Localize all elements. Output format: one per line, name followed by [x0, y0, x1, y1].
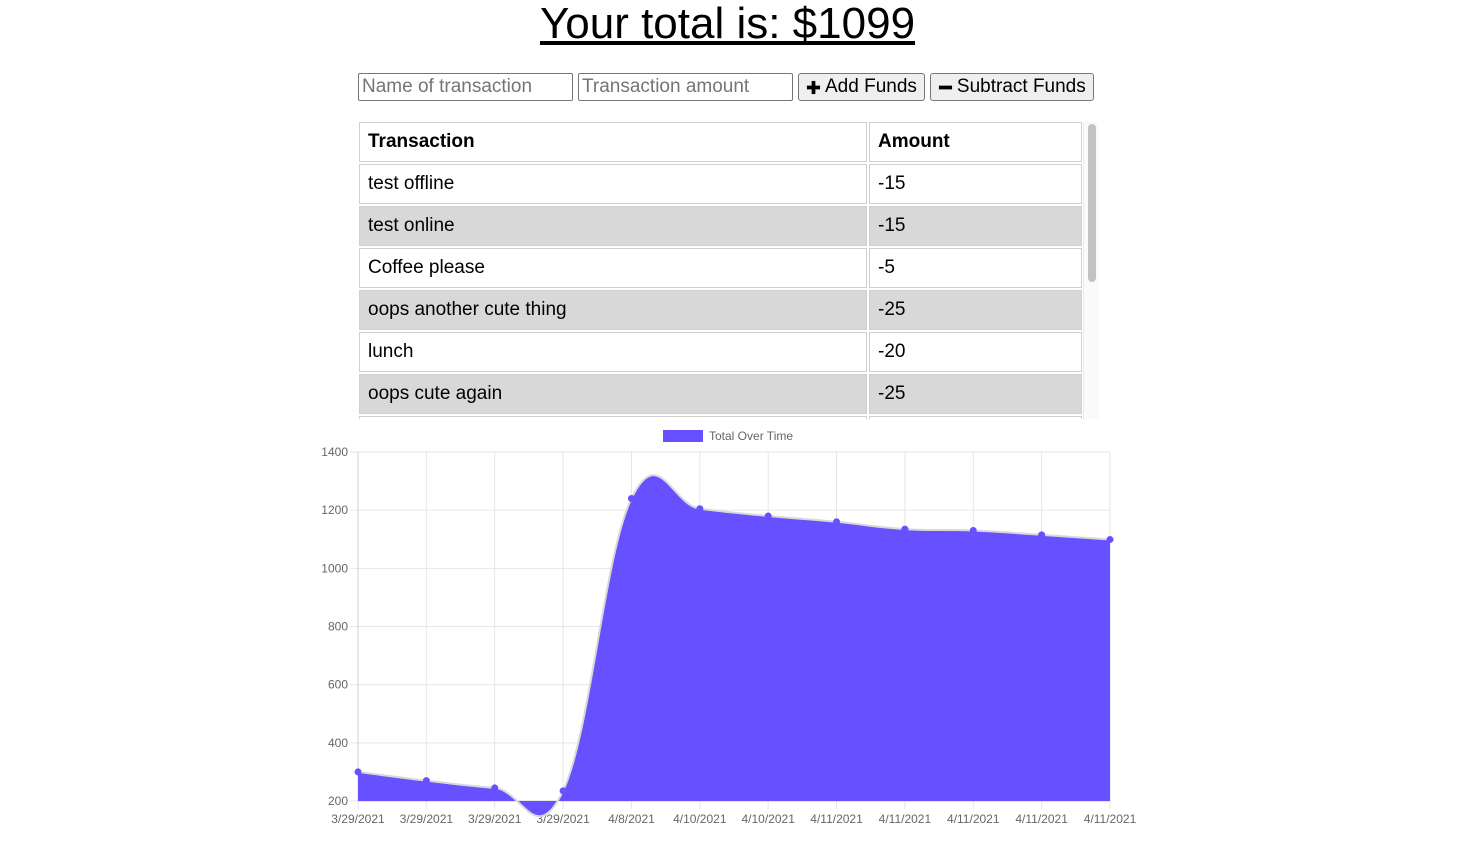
data-point [764, 512, 772, 520]
y-tick-label: 200 [328, 794, 348, 808]
x-tick-label: 4/11/2021 [947, 812, 1000, 826]
y-tick-label: 800 [328, 620, 348, 634]
transaction-form: Add Funds Subtract Funds [358, 73, 1094, 101]
total-over-time-chart: Total Over Time 200 400 600 800 1000 1200 1400 3… [0, 420, 1479, 845]
x-tick-label: 4/11/2021 [1084, 812, 1137, 826]
y-tick-label: 1200 [321, 503, 348, 517]
transaction-name-cell: test online [359, 206, 867, 246]
transactions-table: Transaction Amount test offline -15 test… [357, 120, 1084, 419]
legend-swatch [663, 430, 703, 442]
legend-label: Total Over Time [709, 429, 793, 443]
subtract-funds-label: Subtract Funds [956, 76, 1086, 97]
add-funds-label: Add Funds [825, 76, 917, 97]
x-tick-label: 4/11/2021 [1015, 812, 1068, 826]
table-scrollbar[interactable] [1083, 122, 1099, 419]
subtract-funds-button[interactable]: Subtract Funds [929, 73, 1094, 101]
data-point [422, 777, 430, 785]
plus-icon [806, 80, 821, 94]
table-row: oops another cute thing -25 [359, 290, 1082, 330]
table-row: oops cute again -25 [359, 374, 1082, 414]
data-point [901, 525, 909, 533]
data-point [969, 527, 977, 535]
x-tick-label: 3/29/2021 [468, 812, 522, 826]
transactions-table-container[interactable]: Transaction Amount test offline -15 test… [357, 120, 1098, 419]
transaction-amount-cell [869, 416, 1082, 419]
minus-icon [938, 85, 952, 89]
x-tick-label: 3/29/2021 [331, 812, 385, 826]
total-balance-heading: Your total is: $1099 [539, 0, 916, 48]
table-row: lunch -20 [359, 332, 1082, 372]
transaction-name-cell: oops cute again [359, 374, 867, 414]
y-tick-label: 400 [328, 736, 348, 750]
x-tick-label: 4/10/2021 [741, 812, 795, 826]
transaction-amount-cell: -5 [869, 248, 1082, 288]
transaction-amount-cell: -25 [869, 374, 1082, 414]
data-point [833, 518, 841, 526]
header-amount: Amount [869, 122, 1082, 162]
table-row: test online -15 [359, 206, 1082, 246]
transaction-name-cell [359, 416, 867, 419]
x-tick-label: 4/8/2021 [608, 812, 655, 826]
transaction-amount-cell: -25 [869, 290, 1082, 330]
y-tick-label: 1000 [321, 561, 348, 575]
data-point [559, 787, 567, 795]
y-tick-label: 1400 [321, 445, 348, 459]
table-row: Coffee please -5 [359, 248, 1082, 288]
chart-svg: Total Over Time 200 400 600 800 1000 1200 1400 3… [321, 429, 1137, 826]
table-scrollbar-thumb[interactable] [1088, 124, 1096, 282]
data-point [1106, 536, 1114, 544]
header-transaction: Transaction [359, 122, 867, 162]
transaction-amount-input[interactable] [578, 73, 793, 101]
data-point [627, 495, 635, 503]
x-tick-label: 3/29/2021 [400, 812, 454, 826]
data-point [696, 505, 704, 513]
x-tick-label: 4/10/2021 [673, 812, 727, 826]
x-tick-label: 4/11/2021 [810, 812, 863, 826]
x-tick-label: 4/11/2021 [879, 812, 932, 826]
data-point [1038, 531, 1046, 539]
transaction-name-cell: Coffee please [359, 248, 867, 288]
transaction-name-cell: lunch [359, 332, 867, 372]
series-area [358, 475, 1110, 817]
transaction-name-input[interactable] [358, 73, 573, 101]
table-row [359, 416, 1082, 419]
transaction-name-cell: test offline [359, 164, 867, 204]
data-point [491, 784, 499, 792]
y-tick-label: 600 [328, 678, 348, 692]
data-point [354, 768, 362, 776]
table-header-row: Transaction Amount [359, 122, 1082, 162]
table-row: test offline -15 [359, 164, 1082, 204]
transaction-amount-cell: -20 [869, 332, 1082, 372]
add-funds-button[interactable]: Add Funds [798, 73, 925, 101]
transaction-amount-cell: -15 [869, 206, 1082, 246]
transaction-amount-cell: -15 [869, 164, 1082, 204]
transaction-name-cell: oops another cute thing [359, 290, 867, 330]
